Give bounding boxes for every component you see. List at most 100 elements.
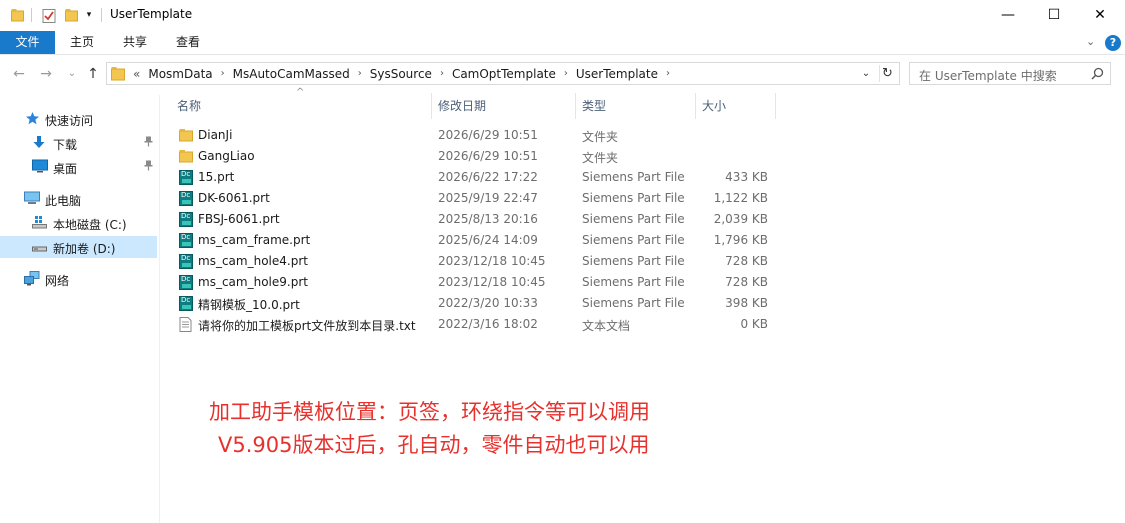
folder-icon [179,149,193,166]
breadcrumb: « MosmData › MsAutoCamMassed › SysSource… [133,63,678,84]
breadcrumb-item[interactable]: SysSource [370,67,432,81]
tab-file[interactable]: 文件 [0,31,55,54]
search-input[interactable]: 在 UserTemplate 中搜索 [919,67,1057,84]
folder-icon [9,6,25,24]
properties-icon[interactable] [40,6,58,24]
file-row[interactable]: 15.prt 2026/6/22 17:22 Siemens Part File 43… [160,167,800,188]
file-type: Siemens Part File [582,170,685,184]
file-row[interactable]: DianJi 2026/6/29 10:51 文件夹 [160,125,800,146]
file-type: Siemens Part File [582,191,685,205]
breadcrumb-overflow[interactable]: « [133,67,140,81]
file-row[interactable]: 精钢模板_10.0.prt 2022/3/20 10:33 Siemens Part… [160,293,800,314]
annotation-line-1: 加工助手模板位置：页签，环绕指令等可以调用 [209,400,650,424]
breadcrumb-item[interactable]: MosmData [148,67,212,81]
file-row[interactable]: FBSJ-6061.prt 2025/8/13 20:16 Siemens Part… [160,209,800,230]
nx-part-icon [179,170,193,185]
file-date: 2023/12/18 10:45 [438,254,546,268]
search-box[interactable]: 在 UserTemplate 中搜索 [909,62,1111,85]
breadcrumb-item[interactable]: MsAutoCamMassed [233,67,350,81]
breadcrumb-item[interactable]: CamOptTemplate [452,67,556,81]
file-date: 2023/12/18 10:45 [438,275,546,289]
pin-icon[interactable] [144,160,153,174]
recent-locations-button[interactable]: ⌄ [62,66,82,82]
forward-button[interactable]: → [36,66,56,82]
maximize-button[interactable]: ☐ [1031,0,1077,30]
file-name: ms_cam_hole9.prt [198,275,308,289]
text-file-icon [179,317,192,335]
column-header-size[interactable]: 大小 [702,93,772,119]
tab-view[interactable]: 查看 [164,31,212,54]
minimize-button[interactable]: — [985,0,1031,30]
sidebar-item-label: 桌面 [53,162,78,176]
tab-share[interactable]: 共享 [111,31,159,54]
file-date: 2025/6/24 14:09 [438,233,538,247]
expand-ribbon-icon[interactable]: ⌄ [1086,35,1095,48]
up-button[interactable]: ↑ [83,66,103,82]
address-dropdown-button[interactable]: ⌄ [859,66,873,81]
nx-part-icon [179,212,193,227]
help-icon[interactable]: ? [1105,35,1121,51]
customize-toolbar-icon[interactable]: ▾ [83,6,95,24]
chevron-right-icon[interactable]: › [221,68,225,79]
file-row[interactable]: GangLiao 2026/6/29 10:51 文件夹 [160,146,800,167]
chevron-right-icon[interactable]: › [666,68,670,79]
sidebar-item-drive-d[interactable]: 新加卷 (D:) [0,236,157,258]
desktop-icon [32,159,48,176]
file-size: 728 KB [725,275,768,289]
file-type: Siemens Part File [582,254,685,268]
column-divider[interactable] [431,93,432,119]
file-date: 2026/6/29 10:51 [438,149,538,163]
separator [31,8,32,22]
search-icon[interactable] [1091,67,1104,83]
window-title: UserTemplate [110,7,193,21]
network-icon [24,271,40,289]
file-row[interactable]: ms_cam_hole4.prt 2023/12/18 10:45 Siemens … [160,251,800,272]
file-row[interactable]: ms_cam_frame.prt 2025/6/24 14:09 Siemens P… [160,230,800,251]
file-name: GangLiao [198,149,255,163]
nx-part-icon [179,254,193,269]
column-divider[interactable] [575,93,576,119]
column-divider[interactable] [775,93,776,119]
column-header-name[interactable]: 名称 [177,93,427,119]
sidebar-item-drive-c[interactable]: 本地磁盘 (C:) [0,212,157,234]
breadcrumb-item[interactable]: UserTemplate [576,67,658,81]
column-header-type[interactable]: 类型 [582,93,687,119]
address-bar[interactable]: « MosmData › MsAutoCamMassed › SysSource… [106,62,900,85]
chevron-right-icon[interactable]: › [564,68,568,79]
file-row[interactable]: 请将你的加工模板prt文件放到本目录.txt 2022/3/16 18:02 文本文… [160,314,800,335]
sidebar-item-downloads[interactable]: 下载 [0,132,157,154]
nx-part-icon [179,233,193,248]
drive-icon [32,215,47,232]
column-header-date[interactable]: 修改日期 [438,93,568,119]
column-divider[interactable] [695,93,696,119]
sidebar-item-this-pc[interactable]: 此电脑 [0,188,157,210]
folder-icon [111,66,125,84]
file-row[interactable]: DK-6061.prt 2025/9/19 22:47 Siemens Part F… [160,188,800,209]
title-bar: ▾ UserTemplate — ☐ ✕ [0,0,1125,31]
separator [101,8,102,22]
refresh-button[interactable]: ↻ [879,65,895,82]
file-name: 请将你的加工模板prt文件放到本目录.txt [198,319,416,333]
computer-icon [24,191,40,208]
chevron-right-icon[interactable]: › [358,68,362,79]
file-date: 2026/6/29 10:51 [438,128,538,142]
file-name: DianJi [198,128,233,142]
file-size: 2,039 KB [713,212,768,226]
chevron-right-icon[interactable]: › [440,68,444,79]
file-row[interactable]: ms_cam_hole9.prt 2023/12/18 10:45 Siemens … [160,272,800,293]
pin-icon[interactable] [144,136,153,150]
file-size: 398 KB [725,296,768,310]
file-type: 文件夹 [582,151,619,165]
file-type: Siemens Part File [582,212,685,226]
file-type: Siemens Part File [582,233,685,247]
tab-home[interactable]: 主页 [58,31,106,54]
file-type: 文件夹 [582,130,619,144]
close-button[interactable]: ✕ [1077,0,1123,30]
sidebar-item-desktop[interactable]: 桌面 [0,156,157,178]
file-name: ms_cam_frame.prt [198,233,311,247]
new-folder-icon[interactable] [63,6,79,24]
file-type: Siemens Part File [582,275,685,289]
back-button[interactable]: ← [9,66,29,82]
sidebar-item-network[interactable]: 网络 [0,268,157,290]
sidebar-item-quick-access[interactable]: 快速访问 [0,108,157,130]
